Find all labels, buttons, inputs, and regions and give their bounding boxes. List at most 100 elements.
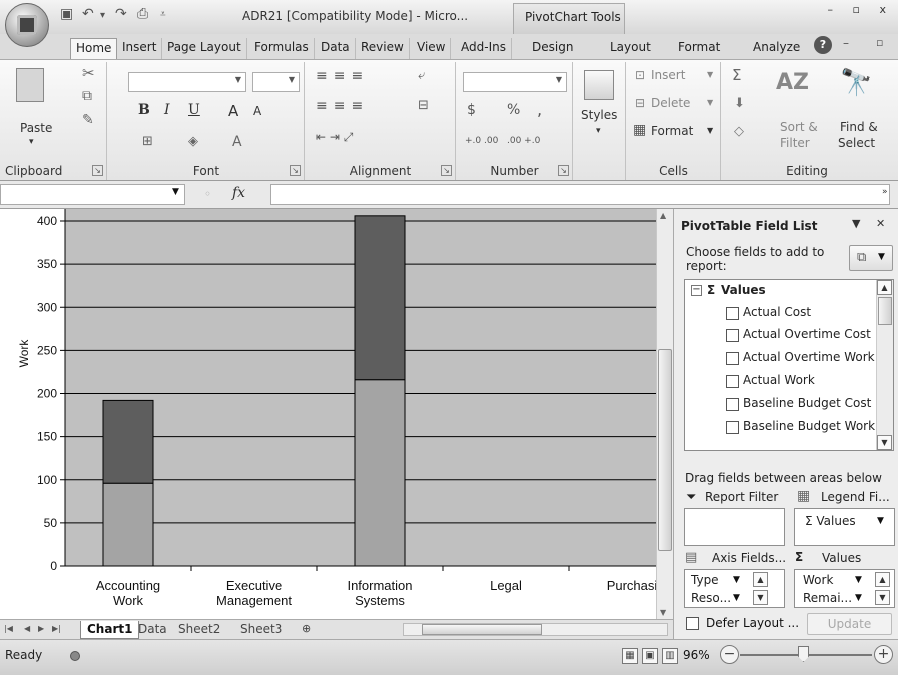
tab-analyze[interactable]: Analyze [748, 38, 805, 59]
horizontal-align-icons[interactable]: ≡≡≡ [316, 98, 369, 114]
value-item-dropdown-icon[interactable]: ▼ [855, 575, 862, 585]
insert-dropdown-icon[interactable]: ▼ [707, 70, 713, 79]
page-break-view-icon[interactable]: ▥ [662, 648, 678, 664]
undo-dropdown-icon[interactable]: ▾ [100, 10, 105, 30]
ribbon-minimize-icon[interactable]: – [843, 36, 849, 50]
number-format-combo[interactable]: ▼ [463, 72, 567, 92]
redo-icon[interactable]: ↷ [115, 6, 127, 26]
normal-view-icon[interactable]: ▦ [622, 648, 638, 664]
horizontal-scroll-thumb[interactable] [422, 624, 542, 635]
insert-cells-icon[interactable]: ⊡ [635, 68, 645, 82]
list-item[interactable]: Baseline Budget Cost [685, 393, 875, 415]
fill-color-icon[interactable]: ◈ [188, 134, 198, 149]
collapse-icon[interactable]: − [691, 285, 702, 296]
undo-icon[interactable]: ↶ [82, 6, 94, 26]
borders-icon[interactable]: ⊞ [142, 134, 153, 149]
zoom-level[interactable]: 96% [683, 648, 710, 662]
value-item-down-icon[interactable]: ▼ [875, 590, 890, 605]
insert-cells-button[interactable]: Insert [651, 68, 685, 82]
value-item-remai[interactable]: Remai... [803, 591, 852, 609]
name-box[interactable] [0, 184, 185, 205]
field-list-scrollbar[interactable]: ▲ ▼ [876, 280, 893, 450]
delete-cells-button[interactable]: Delete [651, 96, 690, 110]
scroll-down-icon[interactable]: ▼ [660, 608, 666, 617]
field-list-layout-button[interactable]: ⧉ ▼ [849, 245, 893, 271]
find-select-icon[interactable]: 🔭 [840, 68, 872, 98]
legend-values-chip[interactable]: Σ Values [805, 514, 856, 532]
tab-data[interactable]: Data [316, 38, 356, 59]
value-item-up-icon[interactable]: ▲ [875, 572, 890, 587]
axis-item-reso[interactable]: Reso... [691, 591, 731, 609]
field-list-scroll-down-icon[interactable]: ▼ [877, 435, 892, 450]
format-dropdown-icon[interactable]: ▼ [707, 126, 713, 135]
zoom-slider-thumb[interactable] [798, 646, 809, 662]
field-checkbox[interactable] [726, 375, 739, 388]
list-item[interactable]: Actual Overtime Cost [685, 324, 875, 346]
tab-review[interactable]: Review [356, 38, 410, 59]
tab-view[interactable]: View [412, 38, 452, 59]
field-list[interactable]: − Σ Values Actual Cost Actual Overtime C… [684, 279, 894, 451]
report-filter-area[interactable] [684, 508, 785, 546]
format-cells-button[interactable]: Format [651, 124, 693, 138]
tab-format[interactable]: Format [673, 38, 725, 59]
merge-center-icon[interactable]: ⊟ [418, 98, 429, 113]
axis-item-down-icon[interactable]: ▼ [753, 590, 768, 605]
list-item[interactable]: Baseline Budget Work [685, 416, 875, 438]
field-checkbox[interactable] [726, 421, 739, 434]
formula-input[interactable] [270, 184, 890, 205]
wrap-text-icon[interactable]: ⤶ [418, 68, 425, 83]
office-button[interactable] [5, 3, 49, 47]
quick-print-icon[interactable]: ⎙ [137, 6, 148, 26]
window-controls[interactable]: – ▫ x [828, 3, 894, 16]
insert-sheet-icon[interactable]: ⊕ [296, 621, 317, 639]
axis-item-up-icon[interactable]: ▲ [753, 572, 768, 587]
paste-label[interactable]: Paste [20, 121, 52, 135]
workbook-restore-icon[interactable]: ▫ [876, 36, 883, 49]
tab-home[interactable]: Home [70, 38, 118, 59]
page-layout-view-icon[interactable]: ▣ [642, 648, 658, 664]
tab-add-ins[interactable]: Add-Ins [456, 38, 512, 59]
clear-icon[interactable]: ◇ [734, 124, 744, 139]
sheet-tab-data[interactable]: Data [132, 621, 173, 639]
values-area[interactable]: Work ▼ ▲ Remai... ▼ ▼ [794, 569, 895, 608]
sort-filter-label[interactable]: Sort & [780, 120, 818, 134]
styles-icon[interactable] [584, 70, 614, 100]
field-checkbox[interactable] [726, 329, 739, 342]
font-launcher-icon[interactable]: ↘ [290, 165, 301, 176]
list-item[interactable]: Actual Cost [685, 302, 875, 324]
copy-icon[interactable]: ⧉ [82, 88, 92, 104]
cancel-entry-icon[interactable]: ◦ [204, 187, 211, 201]
axis-fields-area[interactable]: Type ▼ ▲ Reso... ▼ ▼ [684, 569, 785, 608]
chart-vertical-scrollbar[interactable]: ▲ ▼ [656, 209, 673, 619]
styles-dropdown-icon[interactable]: ▾ [596, 126, 601, 136]
autosum-button[interactable]: Σ [732, 66, 741, 84]
decrease-decimal-button[interactable]: .00 +.0 [507, 136, 540, 146]
paste-icon[interactable] [16, 68, 44, 102]
chart-area[interactable]: 0 50 100 150 200 250 300 350 400 Work Accounting Wo… [0, 209, 672, 619]
increase-decimal-button[interactable]: +.0 .00 [465, 136, 498, 146]
help-icon[interactable]: ? [814, 36, 832, 54]
zoom-out-button[interactable]: − [720, 645, 739, 664]
cut-icon[interactable]: ✂ [82, 64, 95, 82]
clipboard-launcher-icon[interactable]: ↘ [92, 165, 103, 176]
insert-function-button[interactable]: fx [232, 185, 245, 201]
percent-button[interactable]: % [507, 102, 520, 118]
expand-formula-bar-icon[interactable]: » [882, 187, 888, 197]
find-select-label[interactable]: Find & [840, 120, 878, 134]
underline-button[interactable]: U [188, 102, 200, 118]
field-checkbox[interactable] [726, 398, 739, 411]
field-checkbox[interactable] [726, 307, 739, 320]
prev-sheet-icon[interactable]: ◀ [24, 624, 30, 633]
format-cells-icon[interactable]: ▦ [633, 122, 646, 138]
field-list-scroll-thumb[interactable] [878, 297, 892, 325]
value-item-dropdown-icon[interactable]: ▼ [855, 593, 862, 603]
sheet-tab-chart1[interactable]: Chart1 [80, 621, 140, 639]
tab-formulas[interactable]: Formulas [249, 38, 315, 59]
filter-label[interactable]: Filter [780, 136, 810, 150]
fill-icon[interactable]: ⬇ [734, 96, 745, 111]
font-color-button[interactable]: A [232, 134, 242, 150]
defer-layout-checkbox[interactable] [686, 617, 699, 630]
sheet-tab-sheet2[interactable]: Sheet2 [172, 621, 226, 639]
tab-page-layout[interactable]: Page Layout [162, 38, 247, 59]
value-item-work[interactable]: Work [803, 573, 833, 591]
